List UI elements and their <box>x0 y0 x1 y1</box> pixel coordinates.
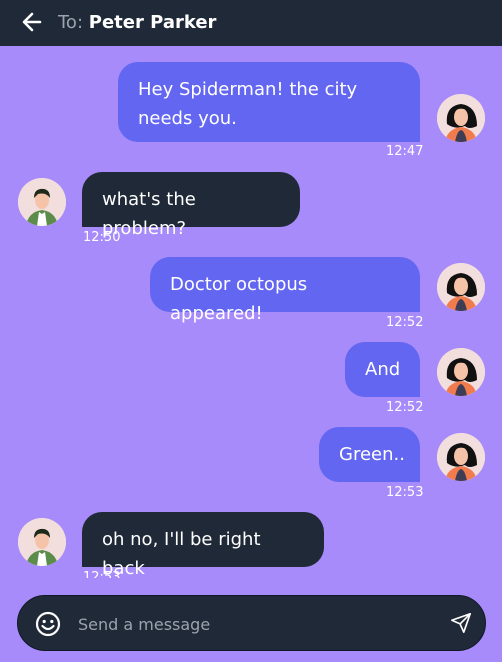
message-time: 12:53 <box>83 570 121 578</box>
conversation-title: To: Peter Parker <box>58 12 216 33</box>
avatar-sender <box>437 263 485 311</box>
message-bubble: what's the problem? <box>82 172 300 239</box>
message-bubble: Hey Spiderman! the city needs you. <box>118 62 420 142</box>
smiley-icon[interactable] <box>35 611 61 637</box>
message-text: And <box>365 359 401 380</box>
message-input[interactable] <box>76 608 430 640</box>
to-prefix: To: <box>58 12 84 33</box>
message-bubble: And <box>345 342 420 397</box>
message-text: Green.. <box>339 444 405 465</box>
message-text: Hey Spiderman! the city needs you. <box>138 79 358 129</box>
message-composer <box>17 595 486 651</box>
avatar-sender <box>437 94 485 142</box>
message-time: 12:52 <box>386 400 424 415</box>
avatar-recipient <box>18 518 66 566</box>
message-text: oh no, I'll be right back <box>102 529 261 578</box>
message-text: Doctor octopus appeared! <box>170 274 308 324</box>
message-time: 12:53 <box>386 485 424 500</box>
message-bubble: oh no, I'll be right back <box>82 512 324 578</box>
avatar-sender <box>437 433 485 481</box>
message-time: 12:47 <box>386 144 424 159</box>
message-list[interactable]: Hey Spiderman! the city needs you. 12:47… <box>0 46 502 578</box>
avatar-sender <box>437 348 485 396</box>
avatar-recipient <box>18 178 66 226</box>
message-time: 12:50 <box>83 230 121 245</box>
message-time: 12:52 <box>386 315 424 330</box>
message-bubble: Green.. <box>319 427 420 482</box>
message-bubble: Doctor octopus appeared! <box>150 257 420 324</box>
arrow-left-icon[interactable] <box>20 10 44 34</box>
chat-header: To: Peter Parker <box>0 0 502 46</box>
recipient-name: Peter Parker <box>88 12 217 33</box>
send-icon[interactable] <box>450 612 472 634</box>
